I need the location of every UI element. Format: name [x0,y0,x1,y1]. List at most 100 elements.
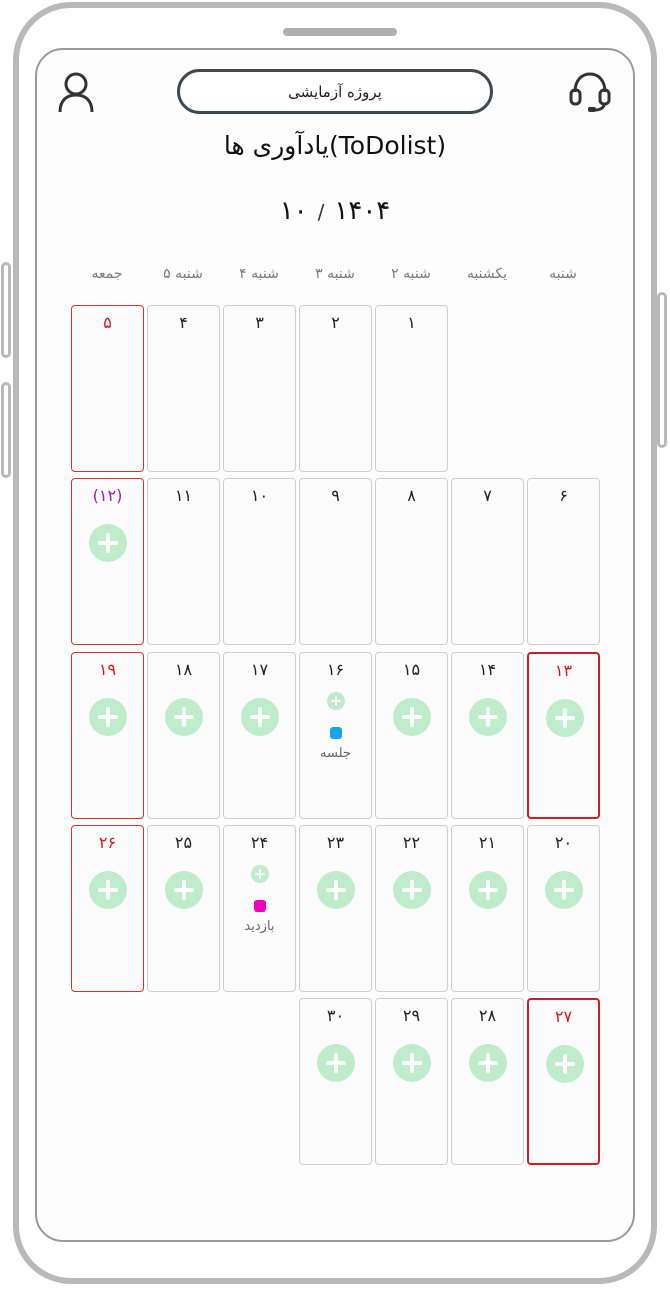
add-reminder-button[interactable] [165,871,203,909]
day-number: ۲۵ [174,833,193,852]
power-button [657,292,667,448]
month-value: ۱۰ [279,196,308,226]
project-selector[interactable]: پروژه آزمایشی [177,69,493,114]
add-reminder-button[interactable] [89,524,127,562]
event-label[interactable]: بازدید [224,919,295,934]
day-number: ۱۳ [554,661,573,680]
day-cell-3[interactable]: ۳ [223,305,296,472]
add-reminder-button[interactable] [327,692,345,710]
day-cell-7[interactable]: ۷ [451,478,524,645]
day-number: ۲۳ [326,833,345,852]
add-reminder-button[interactable] [165,698,203,736]
add-reminder-button[interactable] [469,871,507,909]
day-cell-15[interactable]: ۱۵ [375,652,448,819]
day-number: ۳ [255,313,264,332]
weekday-tuesday: ۳ شنبه [315,266,355,282]
day-number: ۲ [331,313,340,332]
page-title: یادآوری ها(ToDolist) [223,131,447,160]
day-cell-13[interactable]: ۱۳ [527,652,600,819]
day-cell-21[interactable]: ۲۱ [451,825,524,992]
day-number: ۴ [179,313,188,332]
add-reminder-button[interactable] [469,1044,507,1082]
day-cell-8[interactable]: ۸ [375,478,448,645]
day-number: ۳۰ [326,1006,345,1025]
day-number: ۷ [483,486,492,505]
day-number: ۱۶ [326,660,345,679]
day-cell-12[interactable]: (۱۲) [71,478,144,645]
add-reminder-button[interactable] [546,1045,584,1083]
event-color-marker [330,727,342,739]
day-number: ۲۸ [478,1006,497,1025]
headset-support-icon[interactable] [569,70,611,114]
project-name: پروژه آزمایشی [288,82,382,101]
day-cell-4[interactable]: ۴ [147,305,220,472]
day-cell-20[interactable]: ۲۰ [527,825,600,992]
day-cell-30[interactable]: ۳۰ [299,998,372,1165]
day-number: ۸ [407,486,416,505]
day-number: ۲۹ [402,1006,421,1025]
day-cell-18[interactable]: ۱۸ [147,652,220,819]
day-number: ۹ [331,486,340,505]
day-number: ۱۵ [402,660,421,679]
day-number: ۱۰ [250,486,269,505]
day-cell-29[interactable]: ۲۹ [375,998,448,1165]
add-reminder-button[interactable] [317,871,355,909]
add-reminder-button[interactable] [241,698,279,736]
add-reminder-button[interactable] [89,698,127,736]
day-number: ۱۷ [250,660,269,679]
day-number: ۲۷ [554,1007,573,1026]
event-color-marker [254,900,266,912]
add-reminder-button[interactable] [251,865,269,883]
day-number: ۲۲ [402,833,421,852]
add-reminder-button[interactable] [317,1044,355,1082]
day-number: ۲۶ [98,833,117,852]
user-icon[interactable] [56,70,96,114]
day-cell-6[interactable]: ۶ [527,478,600,645]
day-cell-22[interactable]: ۲۲ [375,825,448,992]
add-reminder-button[interactable] [89,871,127,909]
weekday-monday: ۲ شنبه [391,266,431,282]
day-cell-25[interactable]: ۲۵ [147,825,220,992]
event-label[interactable]: جلسه [300,746,371,761]
day-cell-17[interactable]: ۱۷ [223,652,296,819]
day-cell-10[interactable]: ۱۰ [223,478,296,645]
date-separator: / [317,200,325,224]
add-reminder-button[interactable] [393,871,431,909]
add-reminder-button[interactable] [546,699,584,737]
day-cell-24[interactable]: ۲۴ بازدید [223,825,296,992]
day-cell-5[interactable]: ۵ [71,305,144,472]
year-value: ۱۴۰۴ [334,196,391,226]
day-cell-23[interactable]: ۲۳ [299,825,372,992]
day-cell-9[interactable]: ۹ [299,478,372,645]
volume-up-button [1,262,11,358]
day-number: ۲۱ [478,833,497,852]
day-number: ۱۴ [478,660,497,679]
day-number: ۱ [407,313,416,332]
weekday-sunday: یکشنبه [466,266,508,282]
month-year-selector[interactable]: ۱۰ / ۱۴۰۴ [0,196,670,226]
day-cell-26[interactable]: ۲۶ [71,825,144,992]
day-cell-27[interactable]: ۲۷ [527,998,600,1165]
day-cell-19[interactable]: ۱۹ [71,652,144,819]
day-cell-2[interactable]: ۲ [299,305,372,472]
add-reminder-button[interactable] [469,698,507,736]
day-cell-1[interactable]: ۱ [375,305,448,472]
day-cell-11[interactable]: ۱۱ [147,478,220,645]
day-number: ۱۸ [174,660,193,679]
weekday-thursday: ۵ شنبه [163,266,203,282]
day-cell-16[interactable]: ۱۶ جلسه [299,652,372,819]
day-number: ۲۰ [554,833,573,852]
day-number: ۶ [559,486,568,505]
day-cell-14[interactable]: ۱۴ [451,652,524,819]
speaker-grille [283,28,397,36]
day-number: (۱۲) [92,486,123,505]
add-reminder-button[interactable] [393,1044,431,1082]
day-number: ۵ [103,313,112,332]
day-cell-28[interactable]: ۲۸ [451,998,524,1165]
add-reminder-button[interactable] [393,698,431,736]
weekday-wednesday: ۴ شنبه [239,266,279,282]
day-number: ۲۴ [250,833,269,852]
day-number: ۱۹ [98,660,117,679]
weekday-saturday: شنبه [549,266,577,282]
add-reminder-button[interactable] [545,871,583,909]
